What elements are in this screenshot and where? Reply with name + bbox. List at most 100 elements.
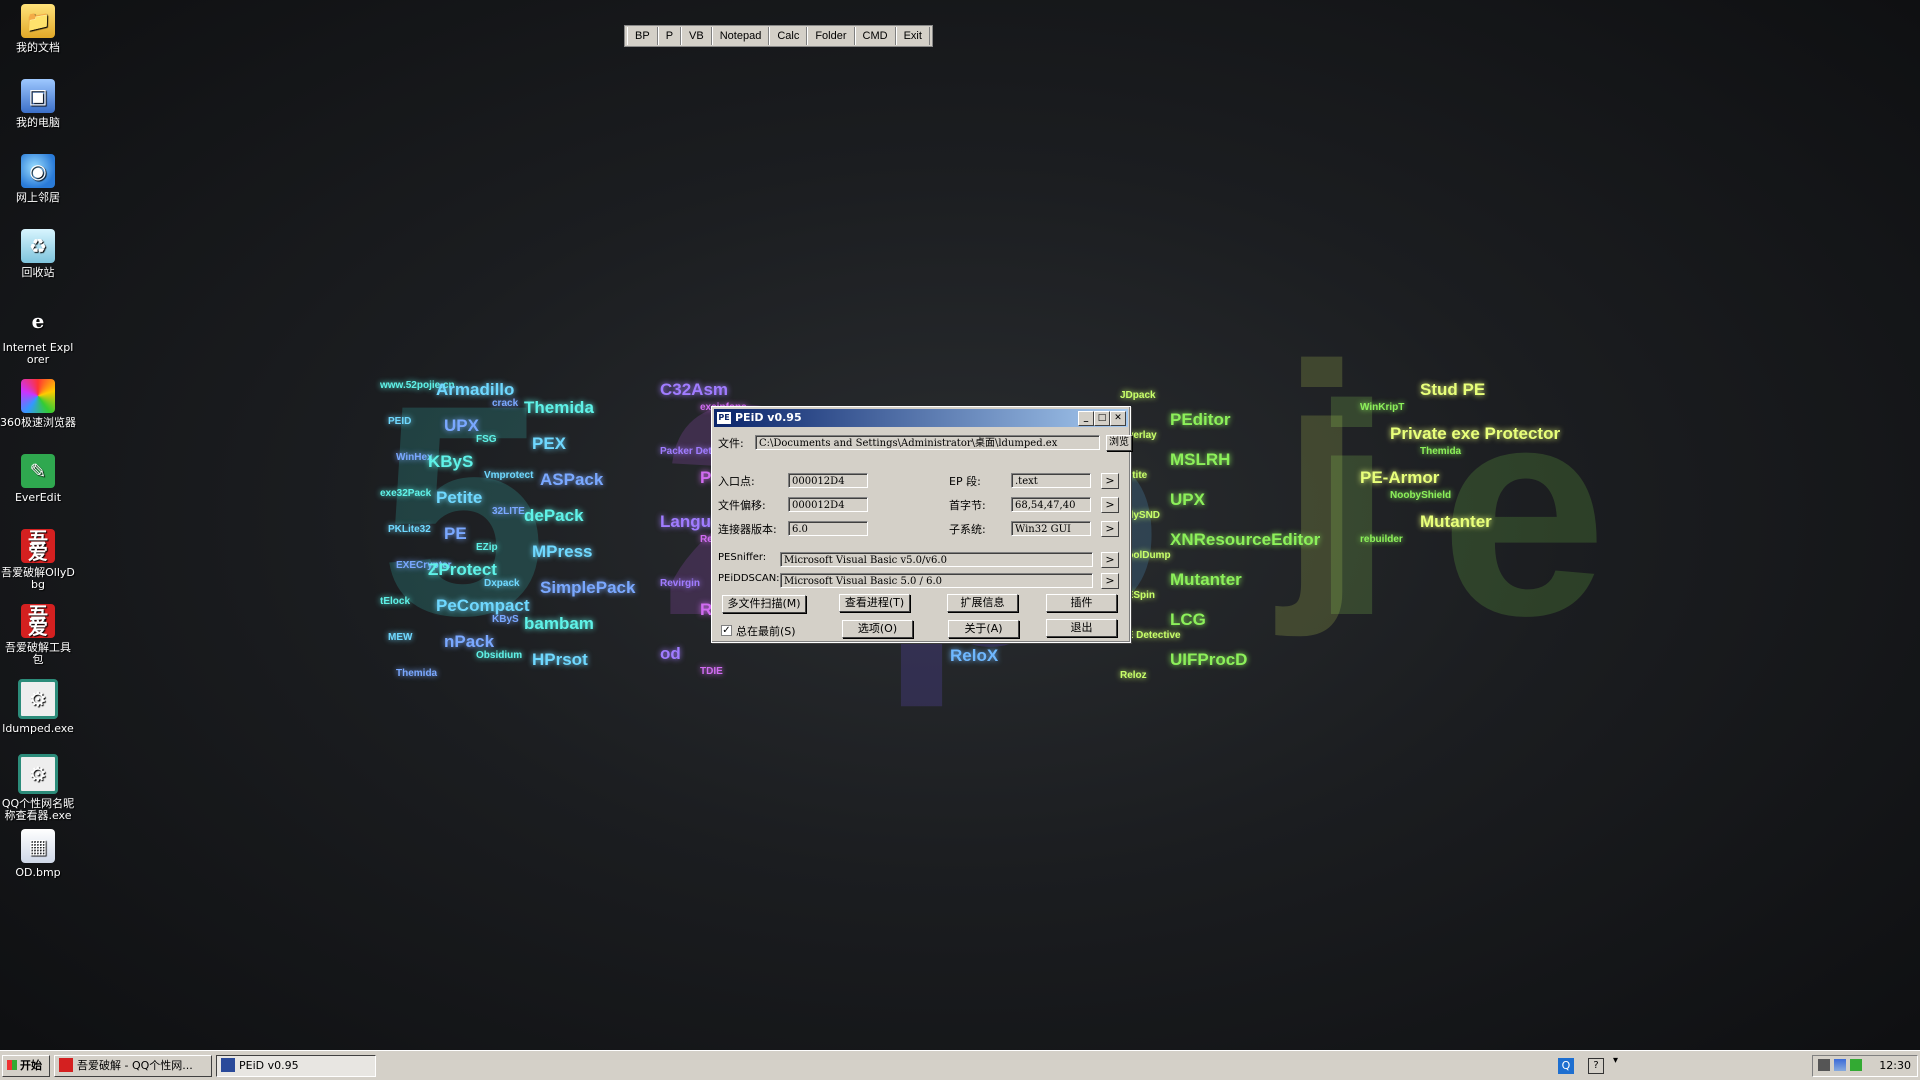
subsystem-field[interactable]: Win32 GUI <box>1011 521 1091 536</box>
desktop-icon-label: QQ个性网名昵称查看器.exe <box>1 797 75 822</box>
art-word: PEditor <box>1170 410 1231 429</box>
art-word: PE <box>444 524 467 543</box>
art-word: Vmprotect <box>484 470 534 481</box>
system-tray: 12:30 <box>1812 1055 1918 1077</box>
desktop-icon-label: 我的电脑 <box>16 116 60 129</box>
linker-field[interactable]: 6.0 <box>788 521 868 536</box>
peiddscan-arrow-button[interactable]: > <box>1101 573 1119 589</box>
art-word: UPX <box>1170 490 1205 509</box>
desktop-icon[interactable]: ⚙ ldumped.exe <box>0 677 76 735</box>
my-documents-icon: 📁 <box>21 4 55 38</box>
desktop-icon[interactable]: ⚙ QQ个性网名昵称查看器.exe <box>0 752 76 822</box>
launcher-toolbar: BP P VB Notepad Calc Folder CMD Exit <box>624 25 933 47</box>
view-process-button[interactable]: 查看进程(T) <box>839 594 910 612</box>
ext-info-button[interactable]: 扩展信息 <box>947 594 1018 612</box>
art-word: Obsidium <box>476 650 523 661</box>
art-word: Armadillo <box>436 380 515 399</box>
ep-section-field[interactable]: .text <box>1011 473 1091 488</box>
file-offset-field[interactable]: 000012D4 <box>788 497 868 512</box>
desktop-icon-label: 吾爱破解工具包 <box>5 641 71 666</box>
art-word: Revirgin <box>660 578 701 589</box>
desktop-icon[interactable]: ◉ 网上邻居 <box>0 152 76 204</box>
taskbar-task[interactable]: 吾爱破解 - QQ个性网... <box>54 1055 212 1077</box>
art-word: PE-Armor <box>1360 468 1440 487</box>
file-offset-label: 文件偏移: <box>718 499 766 512</box>
desktop-icon-label: ldumped.exe <box>2 722 74 735</box>
art-word: bambam <box>524 614 594 633</box>
network-tray-icon[interactable] <box>1818 1059 1830 1071</box>
art-word: dePack <box>524 506 584 525</box>
browse-button[interactable]: 浏览 <box>1106 435 1132 451</box>
file-path-field[interactable]: C:\Documents and Settings\Administrator\… <box>755 435 1100 450</box>
desktop-icon[interactable]: 吾爱 吾爱破解工具包 <box>0 602 76 666</box>
toolbar-button-vb[interactable]: VB <box>681 27 712 45</box>
maximize-button[interactable]: □ <box>1094 411 1110 426</box>
art-word: JDpack <box>1120 390 1156 401</box>
subsystem-arrow-button[interactable]: > <box>1101 521 1119 537</box>
ime-toggle-icon[interactable]: ▾ <box>1613 1056 1618 1066</box>
always-on-top-checkbox[interactable]: ✓ <box>721 625 732 636</box>
art-word: XNResourceEditor <box>1170 530 1321 549</box>
minimize-button[interactable]: _ <box>1078 411 1094 426</box>
qq-tray-icon[interactable]: Q <box>1558 1058 1574 1074</box>
multi-scan-button[interactable]: 多文件扫描(M) <box>722 595 806 613</box>
desktop-icon-label: Internet Explorer <box>2 341 74 366</box>
first-bytes-arrow-button[interactable]: > <box>1101 497 1119 513</box>
peiddscan-field[interactable]: Microsoft Visual Basic 5.0 / 6.0 <box>780 573 1093 588</box>
art-word: C32Asm <box>660 380 729 399</box>
close-button[interactable]: ✕ <box>1110 411 1126 426</box>
toolbar-button-bp[interactable]: BP <box>627 27 658 45</box>
taskbar-task[interactable]: PEiD v0.95 <box>216 1055 376 1077</box>
art-word: rebuilder <box>1360 534 1403 545</box>
desktop-icon[interactable]: 360极速浏览器 <box>0 377 76 429</box>
art-word: EZip <box>476 542 498 553</box>
toolbar-button-p[interactable]: P <box>657 27 682 45</box>
desktop-icon-label: 网上邻居 <box>16 191 60 204</box>
art-word: Reloz <box>1120 670 1147 681</box>
desktop-icon[interactable]: ▦ OD.bmp <box>0 827 76 879</box>
everedit-icon: ✎ <box>21 454 55 488</box>
pesniffer-arrow-button[interactable]: > <box>1101 552 1119 568</box>
desktop-icon[interactable]: 吾爱 吾爱破解OllyDbg <box>0 527 76 591</box>
always-on-top-label[interactable]: 总在最前(S) <box>736 623 796 639</box>
entry-point-field[interactable]: 000012D4 <box>788 473 868 488</box>
start-button[interactable]: 开始 <box>2 1055 50 1077</box>
peid-title-bar[interactable]: PE PEiD v0.95 _ □ ✕ <box>714 409 1128 427</box>
help-tray-icon[interactable]: ? <box>1588 1058 1604 1074</box>
art-word: TDIE <box>700 666 723 677</box>
desktop-icon-label: 吾爱破解OllyDbg <box>1 566 75 591</box>
ollydbg-icon <box>59 1058 73 1072</box>
display-tray-icon[interactable] <box>1834 1059 1846 1071</box>
desktop-icon[interactable]: ▣ 我的电脑 <box>0 77 76 129</box>
linker-label: 连接器版本: <box>718 523 777 536</box>
toolbar-button-exit[interactable]: Exit <box>895 27 930 45</box>
toolbar-button-folder[interactable]: Folder <box>807 27 855 45</box>
desktop-icon[interactable]: 📁 我的文档 <box>0 2 76 54</box>
toolbar-button-calc[interactable]: Calc <box>769 27 808 45</box>
art-word: ReloX <box>950 646 999 665</box>
security-tray-icon[interactable] <box>1850 1059 1862 1071</box>
art-word: PKLite32 <box>388 524 431 535</box>
clock[interactable]: 12:30 <box>1879 1059 1911 1072</box>
plugins-button[interactable]: 插件 <box>1046 594 1117 612</box>
art-word: Themida <box>524 398 594 417</box>
toolbar-button-notepad[interactable]: Notepad <box>711 27 770 45</box>
desktop-icon-label: EverEdit <box>14 491 62 504</box>
art-word: Themida <box>396 668 438 679</box>
entry-point-label: 入口点: <box>718 475 755 488</box>
art-word: KByS <box>492 614 519 625</box>
pesniffer-field[interactable]: Microsoft Visual Basic v5.0/v6.0 <box>780 552 1093 567</box>
ep-section-arrow-button[interactable]: > <box>1101 473 1119 489</box>
exit-button[interactable]: 退出 <box>1046 619 1117 637</box>
desktop-icon[interactable]: ✎ EverEdit <box>0 452 76 504</box>
internet-explorer-icon: e <box>31 309 45 333</box>
toolbar-button-cmd[interactable]: CMD <box>854 27 896 45</box>
art-word: crack <box>492 398 519 409</box>
desktop-icon[interactable]: e Internet Explorer <box>0 302 76 366</box>
desktop-icon[interactable]: ♻ 回收站 <box>0 227 76 279</box>
about-button[interactable]: 关于(A) <box>948 620 1019 638</box>
peid-app-icon: PE <box>717 412 731 424</box>
first-bytes-field[interactable]: 68,54,47,40 <box>1011 497 1091 512</box>
options-button[interactable]: 选项(O) <box>842 620 913 638</box>
art-word: exe32Pack <box>380 488 432 499</box>
